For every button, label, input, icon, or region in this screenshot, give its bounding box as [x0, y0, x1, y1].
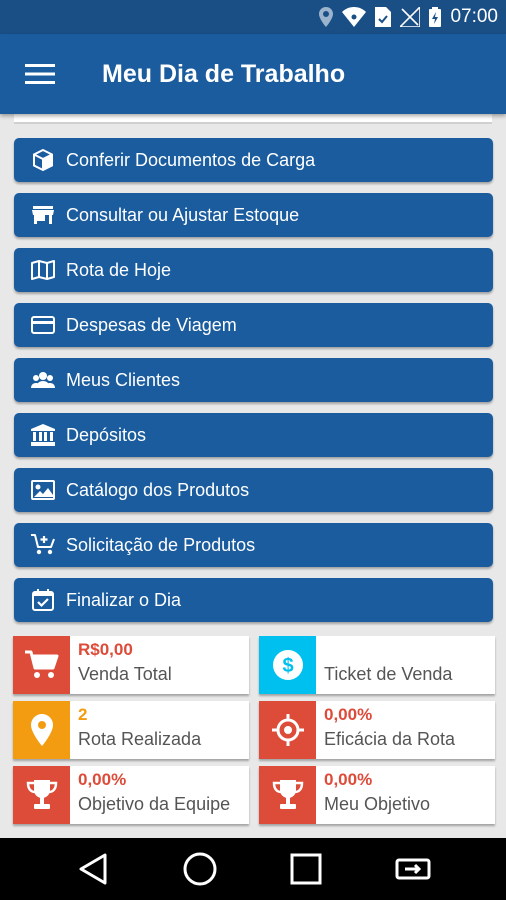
main-content[interactable]: Conferir Documentos de Carga Consultar o…	[0, 114, 506, 838]
map-icon	[30, 258, 56, 282]
app-bar: Meu Dia de Trabalho	[0, 34, 506, 114]
menu-item-label: Conferir Documentos de Carga	[66, 149, 316, 170]
cart-icon	[13, 636, 70, 694]
page-title: Meu Dia de Trabalho	[102, 59, 346, 88]
menu-item-rota-de-hoje[interactable]: Rota de Hoje	[14, 248, 493, 292]
box-icon	[30, 148, 56, 172]
menu-item-finalizar-dia[interactable]: Finalizar o Dia	[14, 578, 493, 622]
card-value: 2	[78, 705, 88, 724]
dollar-icon: $	[259, 636, 316, 694]
card-label: Meu Objetivo	[324, 794, 431, 814]
menu-item-depositos[interactable]: Depósitos	[14, 413, 493, 457]
crosshair-icon	[259, 701, 316, 759]
battery-icon	[429, 7, 442, 27]
store-icon	[30, 203, 56, 227]
card-label: Rota Realizada	[78, 729, 202, 749]
menu-item-label: Meus Clientes	[66, 369, 181, 390]
menu-item-despesas-viagem[interactable]: Despesas de Viagem	[14, 303, 493, 347]
credit-card-icon	[30, 313, 56, 337]
home-circle-icon	[183, 852, 217, 886]
signal-icon	[400, 7, 421, 27]
svg-text:$: $	[282, 655, 293, 677]
card-venda-total[interactable]: R$0,00 Venda Total	[13, 636, 249, 694]
image-icon	[30, 478, 56, 502]
menu-item-solicitacao-produtos[interactable]: Solicitação de Produtos	[14, 523, 493, 567]
hamburger-menu-button[interactable]	[0, 34, 80, 114]
menu-item-label: Catálogo dos Produtos	[66, 479, 250, 500]
card-value: 0,00%	[324, 770, 373, 789]
scroll-edge-card	[14, 114, 492, 124]
menu-list: Conferir Documentos de Carga Consultar o…	[14, 138, 493, 633]
status-bar: 07:00	[0, 0, 506, 34]
rotate-screen-icon	[395, 858, 431, 880]
card-label: Eficácia da Rota	[324, 729, 456, 749]
trophy-icon	[259, 766, 316, 824]
menu-item-label: Despesas de Viagem	[66, 314, 237, 335]
hamburger-icon	[25, 64, 55, 84]
card-ticket-venda[interactable]: $ Ticket de Venda	[259, 636, 495, 694]
menu-item-label: Rota de Hoje	[66, 259, 172, 280]
card-eficacia-rota[interactable]: 0,00% Eficácia da Rota	[259, 701, 495, 759]
card-value: 0,00%	[78, 770, 127, 789]
card-label: Venda Total	[78, 664, 172, 684]
sim-card-icon	[375, 7, 392, 27]
wifi-icon	[342, 7, 367, 27]
card-label: Ticket de Venda	[324, 664, 453, 684]
calendar-check-icon	[30, 588, 56, 612]
card-value: R$0,00	[78, 640, 133, 659]
trophy-icon	[13, 766, 70, 824]
card-objetivo-equipe[interactable]: 0,00% Objetivo da Equipe	[13, 766, 249, 824]
cart-plus-icon	[30, 533, 56, 557]
screen-rotate-button[interactable]	[383, 844, 443, 894]
card-value: 0,00%	[324, 705, 373, 724]
map-marker-icon	[13, 701, 70, 759]
menu-item-label: Consultar ou Ajustar Estoque	[66, 204, 300, 225]
back-button[interactable]	[63, 844, 123, 894]
menu-item-label: Depósitos	[66, 424, 147, 445]
recents-square-icon	[290, 853, 322, 885]
users-icon	[30, 368, 56, 392]
card-label: Objetivo da Equipe	[78, 794, 231, 814]
navigation-bar	[0, 838, 506, 900]
menu-item-label: Finalizar o Dia	[66, 589, 182, 610]
back-triangle-icon	[79, 853, 107, 885]
status-time: 07:00	[450, 6, 498, 27]
menu-item-meus-clientes[interactable]: Meus Clientes	[14, 358, 493, 402]
location-icon	[319, 7, 334, 27]
recents-button[interactable]	[276, 844, 336, 894]
bank-icon	[30, 423, 56, 447]
menu-item-conferir-documentos[interactable]: Conferir Documentos de Carga	[14, 138, 493, 182]
menu-item-label: Solicitação de Produtos	[66, 534, 256, 555]
home-button[interactable]	[170, 844, 230, 894]
menu-item-catalogo-produtos[interactable]: Catálogo dos Produtos	[14, 468, 493, 512]
card-meu-objetivo[interactable]: 0,00% Meu Objetivo	[259, 766, 495, 824]
menu-item-consultar-estoque[interactable]: Consultar ou Ajustar Estoque	[14, 193, 493, 237]
card-value	[324, 640, 452, 664]
card-rota-realizada[interactable]: 2 Rota Realizada	[13, 701, 249, 759]
